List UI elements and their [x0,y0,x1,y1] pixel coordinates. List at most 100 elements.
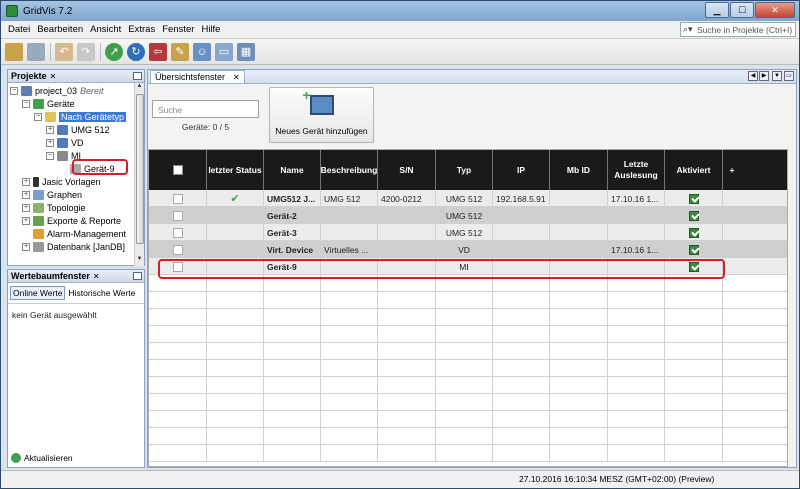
expand-icon[interactable]: + [22,217,30,225]
scrollbar-thumb[interactable] [136,94,144,244]
refresh-icon[interactable]: ↻ [127,42,145,61]
new-project-icon[interactable] [5,42,23,61]
close-icon[interactable]: ✕ [93,272,100,281]
col-more[interactable]: + [723,150,741,190]
table-row[interactable]: Gerät-3 UMG 512 [149,224,787,241]
tab-online-values[interactable]: Online Werte [10,286,66,300]
device-search-input[interactable]: Suche [152,100,259,118]
table-row[interactable]: Gerät-2 UMG 512 [149,207,787,224]
col-ip[interactable]: IP [493,150,550,190]
tree-item-umg512[interactable]: + UMG 512 [46,124,110,136]
tree-item-by-type[interactable]: − Nach Gerätetyp [34,111,127,123]
undo-icon[interactable]: ↶ [55,42,73,61]
close-button[interactable]: ✕ [755,2,795,18]
connect-icon[interactable]: ↗ [105,42,123,61]
tree-item-geraet-9[interactable]: Gerät-9 [70,163,115,175]
col-status[interactable]: letzter Status [207,150,264,190]
maximize-pane-icon[interactable]: ▭ [784,71,794,81]
close-icon[interactable]: ✕ [50,72,57,81]
collapse-icon[interactable]: − [34,113,42,121]
tree-item-vd[interactable]: + VD [46,137,84,149]
col-description[interactable]: Beschreibung [321,150,378,190]
expand-icon[interactable]: + [22,204,30,212]
col-select-all[interactable] [149,150,207,190]
col-mbid[interactable]: Mb ID [550,150,608,190]
expand-icon[interactable]: + [22,178,30,186]
collapse-icon[interactable]: − [10,87,18,95]
description-cell [321,207,378,224]
tree-item-graphs[interactable]: + Graphen [22,189,82,201]
expand-icon[interactable]: + [22,191,30,199]
expand-icon[interactable]: + [22,243,30,251]
empty-cell [550,309,608,326]
menu-datei[interactable]: Datei [8,24,30,35]
close-icon[interactable]: ✕ [233,73,240,82]
menu-bearbeiten[interactable]: Bearbeiten [37,24,83,35]
row-checkbox[interactable] [172,210,183,221]
menu-fenster[interactable]: Fenster [162,24,194,35]
tree-item-topology[interactable]: + Topologie [22,202,86,214]
col-active[interactable]: Aktiviert [665,150,723,190]
tab-left-icon[interactable]: ◀ [748,71,758,81]
row-checkbox[interactable] [172,227,183,238]
user-icon[interactable]: ☺ [193,42,211,61]
minimize-icon[interactable] [133,272,142,280]
empty-cell [665,326,723,343]
project-tree: − project_03 Bereit − Geräte − Nach Gerä… [8,83,144,265]
tree-scrollbar[interactable]: ▲ ▼ [134,83,144,266]
tree-item-alarm[interactable]: Alarm-Management [33,228,126,240]
row-checkbox[interactable] [172,193,183,204]
activated-checkbox-icon[interactable] [688,261,699,272]
col-type[interactable]: Typ [436,150,493,190]
tree-item-project[interactable]: − project_03 Bereit [10,85,104,97]
tab-historical-values[interactable]: Historische Werte [65,286,138,300]
minimize-button[interactable]: ▁ [705,2,729,18]
global-search-input[interactable]: ⌕▾ Suche in Projekte (Ctrl+I) [680,22,796,37]
empty-cell [321,445,378,462]
collapse-icon[interactable]: − [22,100,30,108]
tree-item-mi[interactable]: − MI [46,150,81,162]
scroll-up-icon[interactable]: ▲ [135,83,144,93]
menu-ansicht[interactable]: Ansicht [90,24,121,35]
row-checkbox[interactable] [172,244,183,255]
tree-item-database[interactable]: + Datenbank [JanDB] [22,241,125,253]
activated-checkbox-icon[interactable] [688,210,699,221]
expand-icon[interactable]: + [46,126,54,134]
device-list-icon[interactable]: ▦ [237,42,255,61]
tools-icon[interactable]: ✎ [171,42,189,61]
col-last-read[interactable]: Letzte Auslesung [608,150,665,190]
activated-checkbox-icon[interactable] [688,193,699,204]
activated-checkbox-icon[interactable] [688,227,699,238]
tree-item-jasic[interactable]: + Jasic Vorlagen [22,176,101,188]
select-all-checkbox[interactable] [172,165,183,175]
table-row[interactable]: Gerät-9 MI [149,258,787,275]
col-name[interactable]: Name [264,150,321,190]
menu-extras[interactable]: Extras [128,24,155,35]
table-row[interactable]: ✔ UMG512 J... UMG 512 4200-0212 UMG 512 192.1… [149,190,787,207]
collapse-icon[interactable]: − [46,152,54,160]
save-all-icon[interactable] [27,42,45,61]
values-panel-title[interactable]: Wertebaumfenster [11,271,90,281]
import-icon[interactable]: ⇦ [149,42,167,61]
monitor-icon[interactable]: ▭ [215,42,233,61]
row-checkbox[interactable] [172,261,183,272]
tab-list-icon[interactable]: ▼ [772,71,782,81]
expand-icon[interactable]: + [46,139,54,147]
activated-checkbox-icon[interactable] [688,244,699,255]
refresh-button[interactable]: Aktualisieren [11,453,73,463]
projects-panel-title[interactable]: Projekte [11,71,47,81]
tab-overview[interactable]: Übersichtsfenster ✕ [150,70,245,83]
tree-item-exports[interactable]: + Exporte & Reporte [22,215,121,227]
redo-icon[interactable]: ↷ [77,42,95,61]
maximize-button[interactable]: ☐ [730,2,754,18]
col-serial[interactable]: S/N [378,150,436,190]
tree-item-devices[interactable]: − Geräte [22,98,75,110]
table-row[interactable]: Virt. Device Virtuelles ... VD 17.10.16 1..… [149,241,787,258]
scroll-down-icon[interactable]: ▼ [135,256,144,266]
minimize-icon[interactable] [133,72,142,80]
type-cell: VD [436,241,493,258]
add-device-button[interactable]: Neues Gerät hinzufügen [269,87,374,143]
tab-right-icon[interactable]: ▶ [759,71,769,81]
type-cell: UMG 512 [436,224,493,241]
menu-hilfe[interactable]: Hilfe [201,24,220,35]
